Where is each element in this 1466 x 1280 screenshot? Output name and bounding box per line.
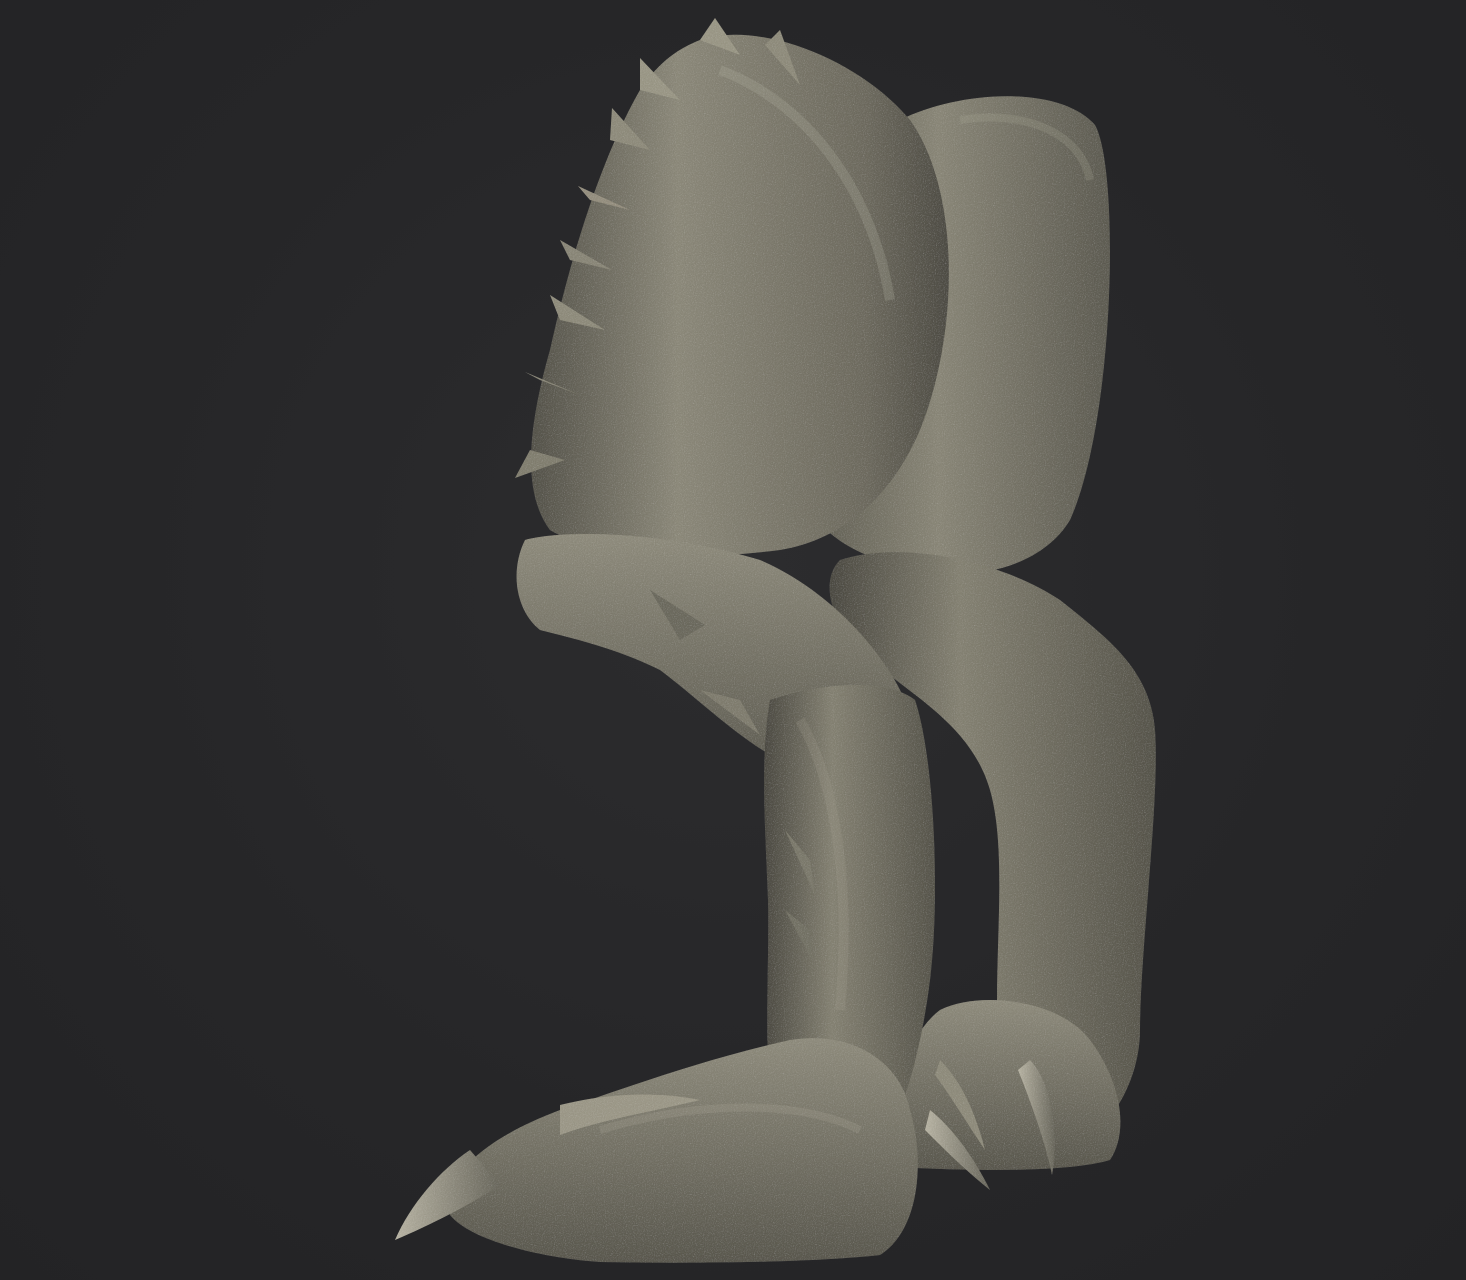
front-foot: [448, 1038, 918, 1263]
sculpt-render: [395, 18, 1156, 1263]
sculpt-viewport[interactable]: [0, 0, 1466, 1280]
